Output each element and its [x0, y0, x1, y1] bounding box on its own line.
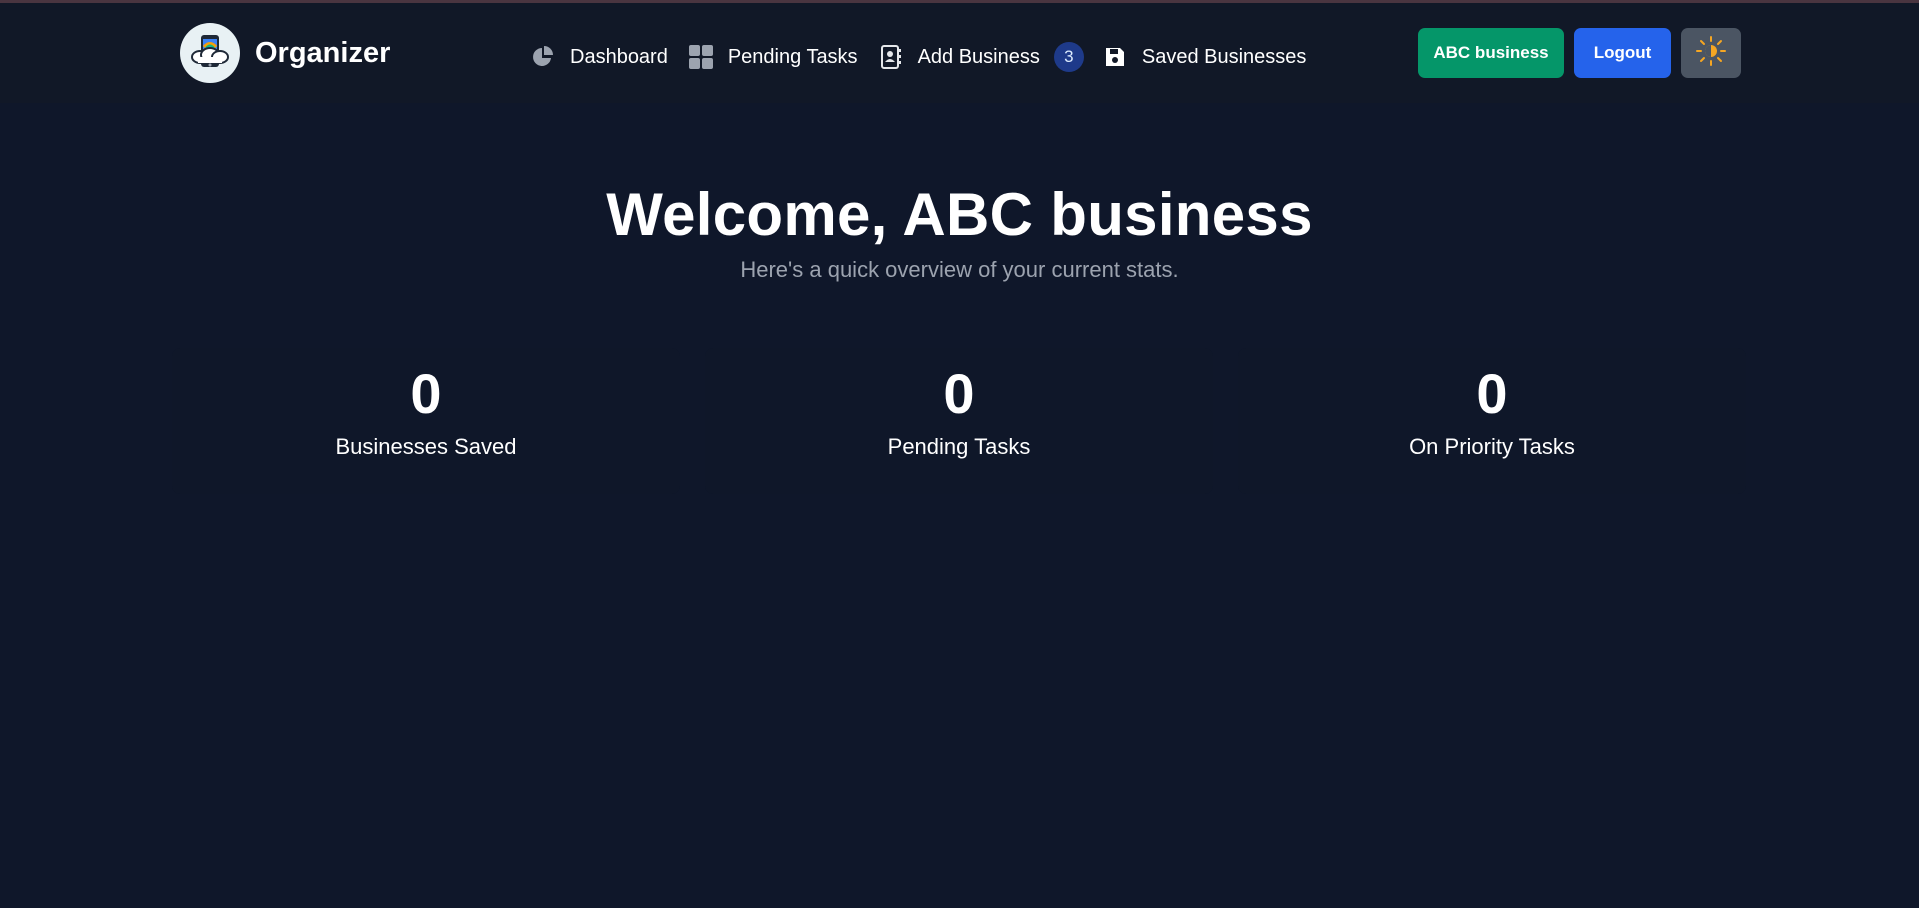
nav-item-label: Pending Tasks — [727, 45, 858, 68]
brand-logo-icon — [180, 23, 240, 83]
nav-item-dashboard[interactable]: Dashboard — [530, 44, 668, 70]
logout-button[interactable]: Logout — [1574, 28, 1671, 78]
theme-toggle-button[interactable] — [1681, 28, 1741, 78]
navbar: Organizer Dashboard Pending Tasks Add Bu… — [0, 3, 1919, 103]
pie-chart-icon — [530, 44, 556, 70]
stat-value: 0 — [1476, 362, 1508, 425]
page-title: Welcome, ABC business — [606, 181, 1313, 248]
page-subtitle: Here's a quick overview of your current … — [740, 257, 1179, 282]
brand-name: Organizer — [255, 36, 391, 69]
nav-links: Dashboard Pending Tasks Add Business 3 S… — [530, 37, 1326, 77]
user-profile-button[interactable]: ABC business — [1418, 28, 1564, 78]
stat-card-pending-tasks: 0 Pending Tasks — [705, 348, 1213, 494]
add-business-count-badge: 3 — [1053, 42, 1084, 72]
nav-item-saved-businesses[interactable]: Saved Businesses — [1102, 44, 1307, 70]
stat-label: Pending Tasks — [887, 434, 1031, 459]
stat-label: On Priority Tasks — [1409, 434, 1575, 459]
nav-item-label: Dashboard — [570, 45, 668, 68]
nav-item-label: Add Business — [917, 45, 1040, 68]
sun-icon — [1695, 35, 1727, 72]
welcome-section: Welcome, ABC business Here's a quick ove… — [0, 180, 1919, 283]
stats-row: 0 Businesses Saved 0 Pending Tasks 0 On … — [172, 348, 1746, 494]
nav-item-pending-tasks[interactable]: Pending Tasks — [688, 44, 858, 70]
stat-value: 0 — [943, 362, 975, 425]
header-actions: ABC business Logout — [1418, 28, 1741, 78]
stat-value: 0 — [410, 362, 442, 425]
floppy-disk-icon — [1102, 44, 1128, 70]
contact-book-icon — [878, 44, 904, 70]
brand-link[interactable]: Organizer — [180, 23, 390, 83]
stat-card-priority-tasks: 0 On Priority Tasks — [1238, 348, 1746, 494]
nav-item-add-business[interactable]: Add Business — [878, 44, 1040, 70]
stat-label: Businesses Saved — [335, 434, 517, 459]
grid-icon — [688, 44, 714, 70]
nav-item-label: Saved Businesses — [1141, 45, 1307, 68]
stat-card-businesses-saved: 0 Businesses Saved — [172, 348, 680, 494]
